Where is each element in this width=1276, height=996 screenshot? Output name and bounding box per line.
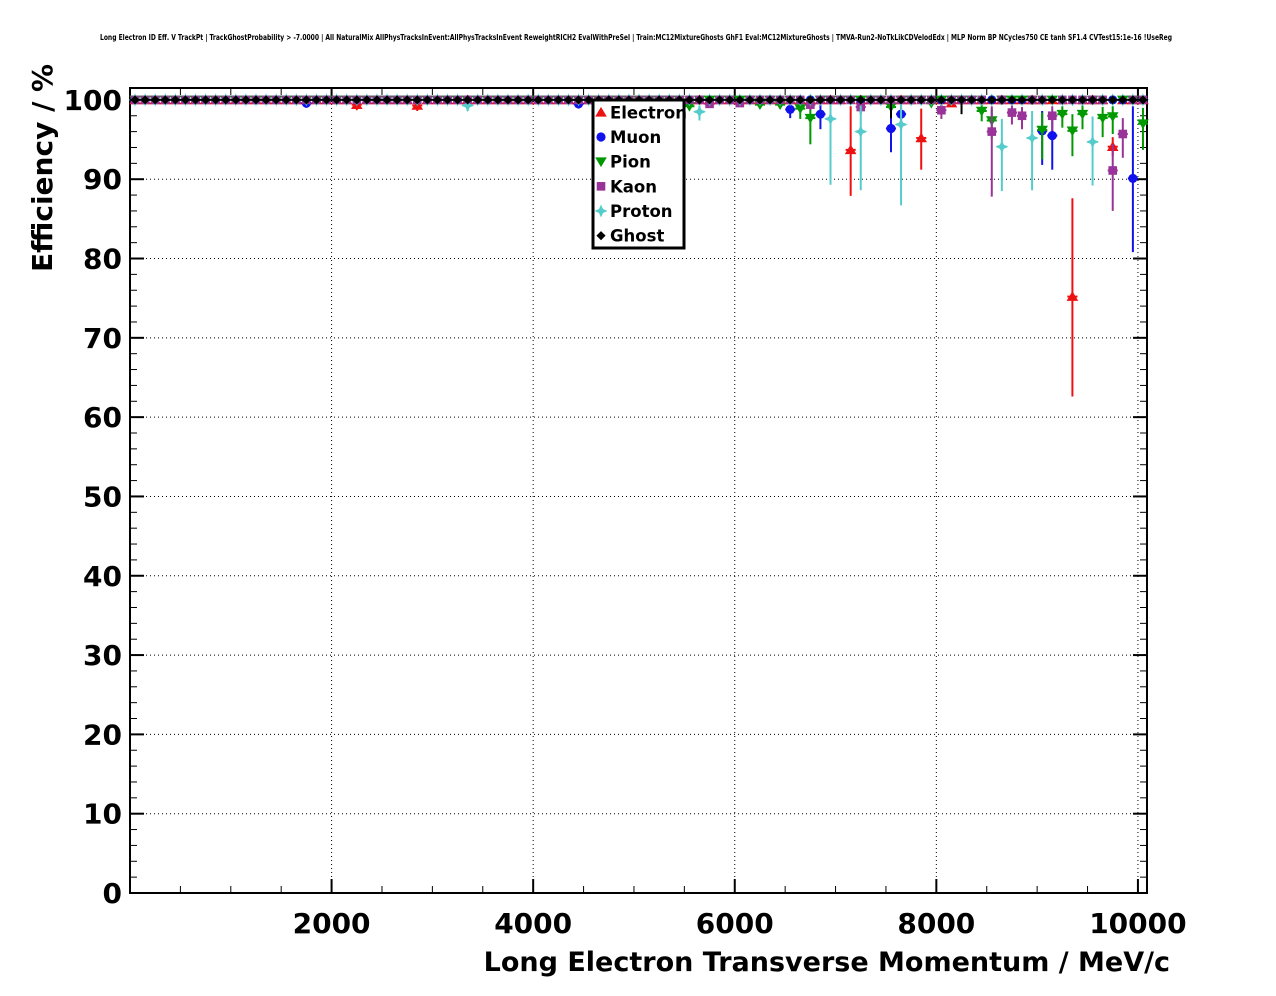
x-tick-label: 4000 xyxy=(494,907,572,940)
data-point-proton xyxy=(1026,131,1039,144)
data-point-proton xyxy=(824,112,837,125)
y-tick-label: 90 xyxy=(83,163,122,196)
data-point-proton xyxy=(895,118,908,131)
x-tick-label: 10000 xyxy=(1089,907,1186,940)
data-point-kaon xyxy=(1048,111,1057,120)
y-tick-label: 30 xyxy=(83,639,122,672)
y-tick-label: 100 xyxy=(64,84,122,117)
legend-label: Electron xyxy=(610,103,687,122)
efficiency-chart: 0 10 20 30 40 50 60 70 80 90 100 2000 4000 6000 8000 10… xyxy=(0,0,1276,996)
square-icon xyxy=(597,182,606,191)
data-point-kaon xyxy=(1008,108,1017,117)
y-tick-label: 60 xyxy=(83,401,122,434)
legend: Electron Muon Pion Kaon Proton Ghost xyxy=(593,100,687,248)
x-tick-label: 8000 xyxy=(897,907,975,940)
legend-label: Ghost xyxy=(610,227,664,246)
y-tick-label: 40 xyxy=(83,560,122,593)
y-tick-label: 0 xyxy=(103,877,122,910)
y-tick-label: 80 xyxy=(83,243,122,276)
data-point-muon xyxy=(1128,174,1137,183)
data-point-proton xyxy=(693,105,706,118)
legend-label: Kaon xyxy=(610,177,657,196)
data-point-proton xyxy=(995,140,1008,153)
data-point-muon xyxy=(1048,131,1057,140)
data-point-kaon xyxy=(937,106,946,115)
data-point-kaon xyxy=(987,127,996,136)
data-point-proton xyxy=(1086,135,1099,148)
y-axis-title: Efficiency / % xyxy=(26,64,59,272)
y-tick-label: 10 xyxy=(83,798,122,831)
x-axis-title: Long Electron Transverse Momentum / MeV/… xyxy=(484,947,1170,978)
x-tick-label: 2000 xyxy=(293,907,371,940)
legend-label: Pion xyxy=(610,153,651,172)
y-tick-label: 50 xyxy=(83,480,122,513)
data-point-kaon xyxy=(1119,130,1128,139)
y-tick-label: 20 xyxy=(83,718,122,751)
plot-title: Long Electron ID Eff. V TrackPt | TrackG… xyxy=(100,33,1172,42)
data-point-muon xyxy=(816,110,825,119)
data-point-kaon xyxy=(1018,111,1027,120)
data-point-proton xyxy=(854,125,867,138)
legend-label: Muon xyxy=(610,128,661,147)
y-tick-label: 70 xyxy=(83,322,122,355)
data-point-kaon xyxy=(1108,166,1117,175)
root-canvas: 0 10 20 30 40 50 60 70 80 90 100 2000 4000 6000 8000 10… xyxy=(0,0,1276,996)
circle-icon xyxy=(596,132,605,141)
legend-label: Proton xyxy=(610,202,673,221)
x-tick-label: 6000 xyxy=(696,907,774,940)
data-point-muon xyxy=(886,124,895,133)
plot-title-text: Long Electron ID Eff. V TrackPt | TrackG… xyxy=(100,33,1172,42)
